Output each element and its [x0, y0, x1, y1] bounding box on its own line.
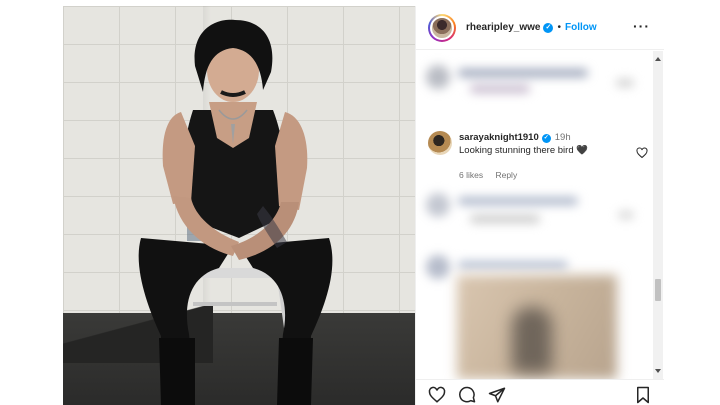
share-icon[interactable]	[488, 386, 506, 404]
comment-time[interactable]: 19h	[555, 132, 571, 143]
profile-avatar[interactable]	[428, 13, 456, 42]
header-separator: •	[557, 22, 561, 33]
comments-scrollbar[interactable]	[653, 51, 663, 379]
avatar-image	[430, 15, 454, 40]
heart-icon[interactable]	[428, 386, 446, 404]
comment-icon[interactable]	[458, 386, 476, 404]
seated-person-figure	[138, 19, 333, 405]
comment-item: sarayaknight1910 ✓ 19h Looking stunning th…	[428, 131, 648, 181]
post-photo[interactable]	[63, 6, 415, 405]
post-side-panel: rhearipley_wwe ✓ • Follow ··· sarayaknig…	[415, 6, 664, 405]
comment-likes[interactable]: 6 likes	[459, 170, 483, 180]
more-options-icon[interactable]: ···	[633, 19, 650, 33]
post-username[interactable]: rhearipley_wwe	[466, 22, 540, 33]
verified-badge-icon: ✓	[543, 22, 554, 33]
comment-like-heart-icon[interactable]	[636, 147, 648, 159]
follow-button[interactable]: Follow	[565, 22, 597, 33]
comment-meta: 6 likes Reply	[459, 170, 527, 180]
comment-header: sarayaknight1910 ✓ 19h	[459, 132, 571, 143]
blurred-comment	[426, 65, 636, 105]
commenter-username[interactable]: sarayaknight1910	[459, 132, 539, 143]
verified-badge-icon: ✓	[541, 134, 551, 143]
commenter-avatar[interactable]	[428, 131, 452, 155]
comments-list: sarayaknight1910 ✓ 19h Looking stunning th…	[416, 51, 654, 379]
blurred-figure	[512, 307, 552, 373]
save-icon[interactable]	[634, 386, 652, 404]
blurred-comment	[426, 193, 636, 233]
comment-text: Looking stunning there bird 🖤	[459, 145, 589, 156]
post-action-bar	[416, 379, 664, 405]
post-header: rhearipley_wwe ✓ • Follow ···	[416, 6, 664, 50]
scroll-down-arrow-icon[interactable]	[655, 369, 661, 373]
scroll-up-arrow-icon[interactable]	[655, 57, 661, 61]
scroll-thumb[interactable]	[655, 279, 661, 301]
reply-button[interactable]: Reply	[495, 170, 517, 180]
